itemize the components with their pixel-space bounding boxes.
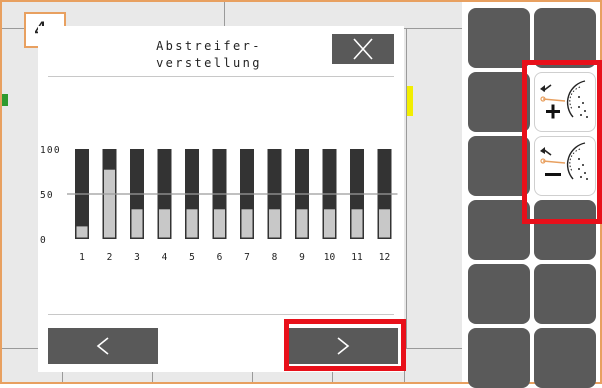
bar-fill xyxy=(104,169,115,238)
x-tick-label: 2 xyxy=(107,252,113,263)
softkey-left-5[interactable] xyxy=(468,264,530,324)
dialog-title-line2: verstellung xyxy=(156,56,262,70)
green-indicator xyxy=(2,94,8,106)
bar-fill xyxy=(296,209,308,238)
footer-divider xyxy=(48,314,394,315)
x-tick-label: 1 xyxy=(79,252,85,263)
x-tick-label: 9 xyxy=(299,252,305,263)
x-tick-label: 7 xyxy=(244,252,250,263)
softkey-left-1[interactable] xyxy=(468,8,530,68)
y-tick-label: 0 xyxy=(40,235,47,246)
close-icon xyxy=(353,38,373,60)
y-tick-label: 50 xyxy=(40,190,54,201)
bar-fill xyxy=(214,209,225,238)
scraper-position-chart: 100500 1 2 3 4 5 6 7 8 9 10 11 12 xyxy=(40,146,398,263)
highlight-adjust-buttons xyxy=(522,60,602,224)
bar-fill xyxy=(269,209,280,238)
x-tick-label: 10 xyxy=(324,252,336,263)
chevron-left-icon xyxy=(96,337,109,355)
x-tick-label: 3 xyxy=(134,252,140,263)
previous-button[interactable] xyxy=(48,328,158,364)
softkey-right-6[interactable] xyxy=(534,328,596,388)
softkey-left-3[interactable] xyxy=(468,136,530,196)
x-tick-label: 11 xyxy=(351,252,363,263)
softkey-left-4[interactable] xyxy=(468,200,530,260)
softkey-right-1[interactable] xyxy=(534,8,596,68)
x-tick-label: 4 xyxy=(162,252,168,263)
y-tick-label: 100 xyxy=(40,146,61,156)
bar-fill xyxy=(241,209,253,238)
bar-fill xyxy=(131,209,143,238)
x-tick-label: 6 xyxy=(217,252,223,263)
softkey-left-2[interactable] xyxy=(468,72,530,132)
bar-fill xyxy=(76,226,88,238)
dialog-title-line1: Abstreifer- xyxy=(156,39,262,53)
bar-fill xyxy=(324,209,335,238)
x-tick-label: 5 xyxy=(189,252,195,263)
highlight-next-button xyxy=(284,319,406,371)
bar-fill xyxy=(159,209,170,238)
bar-fill xyxy=(379,209,390,238)
title-divider xyxy=(48,76,394,77)
bar-fill xyxy=(351,209,363,238)
x-tick-label: 12 xyxy=(379,252,390,263)
yellow-indicator xyxy=(407,86,413,116)
x-tick-label: 8 xyxy=(272,252,278,263)
softkey-right-5[interactable] xyxy=(534,264,596,324)
bar-fill xyxy=(186,209,198,238)
close-button[interactable] xyxy=(332,34,394,64)
softkey-left-6[interactable] xyxy=(468,328,530,388)
dialog-title: Abstreifer- verstellung xyxy=(134,38,284,72)
